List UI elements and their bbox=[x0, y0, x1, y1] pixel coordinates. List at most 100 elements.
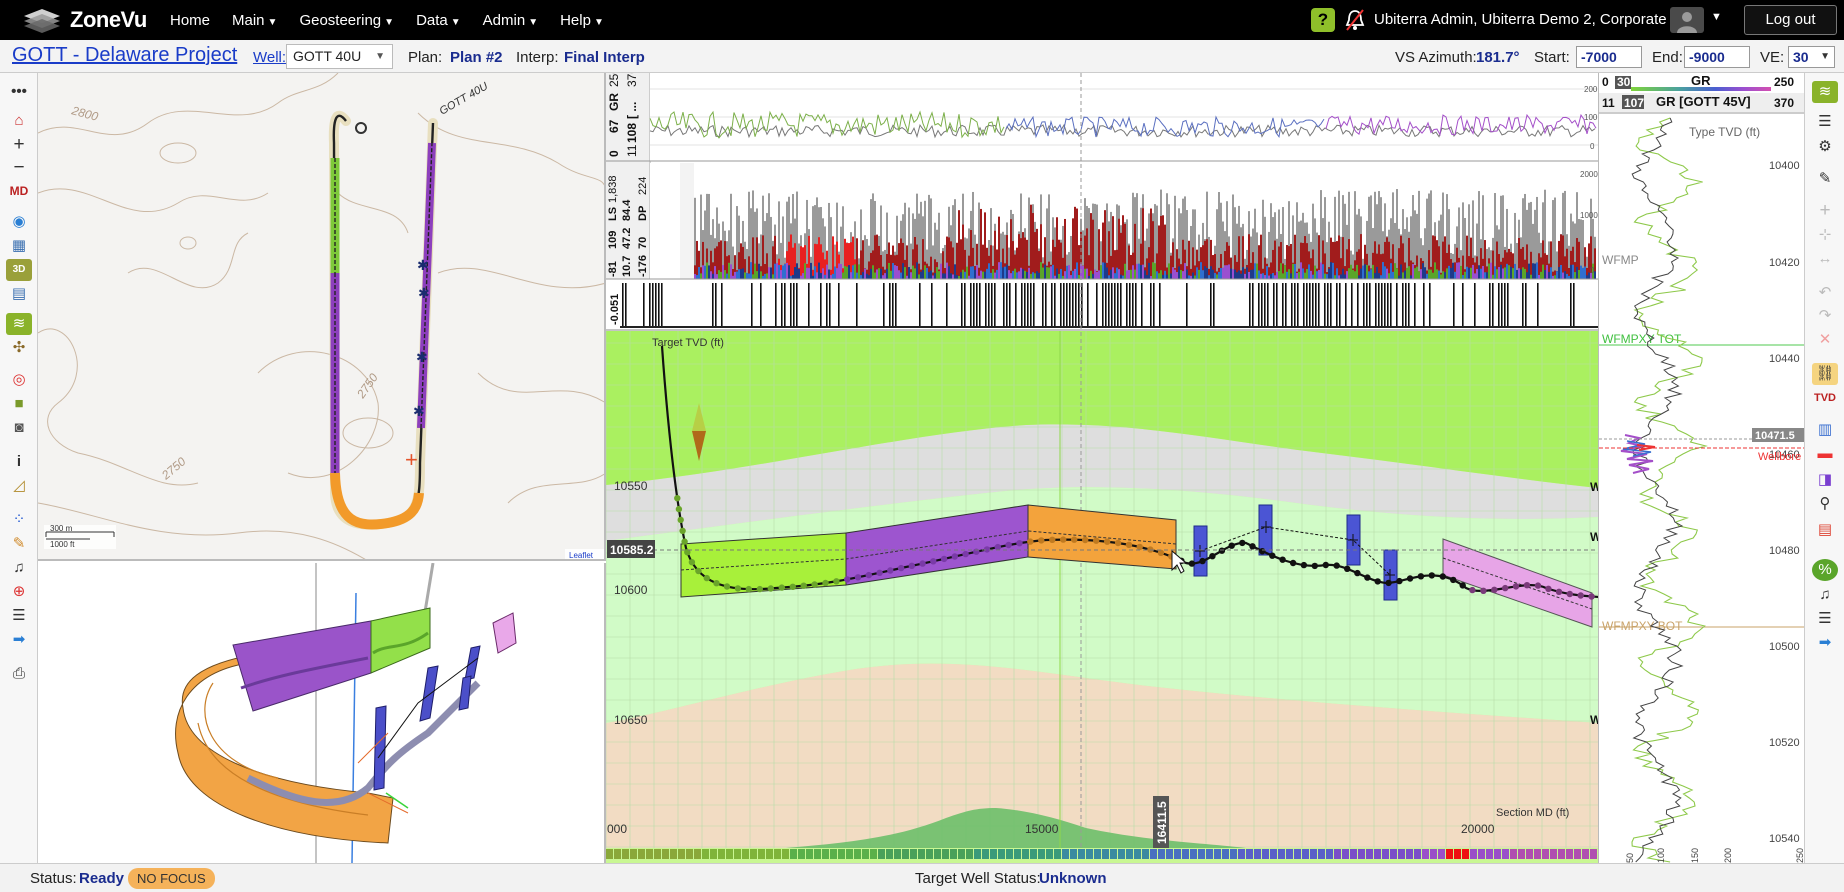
compass-icon[interactable]: ◉ bbox=[6, 211, 32, 233]
more-menu-icon[interactable]: ••• bbox=[6, 81, 32, 103]
arrow-right-icon[interactable]: ➡ bbox=[6, 629, 32, 651]
alert-off-icon[interactable]: ♫ bbox=[6, 557, 32, 579]
pencil-icon[interactable]: ✎ bbox=[6, 533, 32, 555]
lines-icon[interactable]: ☰ bbox=[1812, 608, 1838, 630]
start-input[interactable]: -7000 bbox=[1576, 46, 1642, 68]
leaflet-attribution[interactable]: Leaflet bbox=[569, 551, 594, 560]
link-off-icon[interactable]: ⛓ bbox=[1812, 363, 1838, 385]
bars-icon[interactable]: ▥ bbox=[1812, 419, 1838, 441]
list-view-icon[interactable]: ☰ bbox=[1812, 111, 1838, 133]
layers-icon[interactable]: ≋ bbox=[1812, 81, 1838, 103]
camera-icon[interactable]: ◙ bbox=[6, 417, 32, 439]
lith-bar bbox=[1428, 269, 1430, 279]
well-link[interactable]: Well: bbox=[253, 49, 286, 66]
gr2-selected[interactable]: 107 bbox=[1624, 96, 1644, 110]
lith-bar bbox=[1542, 264, 1544, 279]
dp-bar bbox=[1274, 240, 1276, 279]
lith-bar bbox=[946, 262, 948, 279]
ve-select[interactable]: 30 ▼ bbox=[1788, 46, 1835, 68]
strip-cell bbox=[822, 849, 829, 859]
inspect-icon[interactable]: ◎ bbox=[6, 369, 32, 391]
md-toggle-icon[interactable]: MD bbox=[6, 180, 32, 202]
edit-pencil-icon[interactable]: ✎ bbox=[1812, 168, 1838, 190]
notifications-off-icon[interactable] bbox=[1344, 8, 1366, 32]
gr-selected[interactable]: 30 bbox=[1617, 75, 1631, 89]
map-canvas[interactable]: 2800 2750 2750 ✱ ✱ ✱ ✱ + GOTT 40U 300 m … bbox=[38, 73, 606, 561]
color-scale-icon[interactable]: ▤ bbox=[1812, 519, 1838, 541]
lith-bar bbox=[1558, 267, 1560, 279]
cross-section-canvas[interactable]: 0 67 GR 250 11 108 [ ... 370 200 100 0 -… bbox=[606, 73, 1598, 863]
lith-bar bbox=[832, 273, 834, 279]
forward-icon[interactable]: ➡ bbox=[1812, 632, 1838, 654]
undo-icon[interactable]: ↶ bbox=[1812, 282, 1838, 304]
barcode-line bbox=[1111, 283, 1113, 327]
expand-icon[interactable]: ↔ bbox=[1812, 248, 1838, 270]
percent-icon[interactable]: % bbox=[1812, 559, 1838, 581]
cube-icon[interactable]: ■ bbox=[6, 393, 32, 415]
alert-off-icon[interactable]: ♫ bbox=[1812, 584, 1838, 606]
barcode-line bbox=[643, 283, 645, 327]
map-panel[interactable]: 2800 2750 2750 ✱ ✱ ✱ ✱ + GOTT 40U 300 m … bbox=[38, 73, 606, 561]
nav-help[interactable]: Help ▼ bbox=[560, 12, 604, 29]
tvd-toggle-icon[interactable]: TVD bbox=[1812, 387, 1838, 409]
zoom-out-icon[interactable]: − bbox=[6, 157, 32, 179]
avatar[interactable] bbox=[1670, 7, 1704, 33]
type-log-canvas[interactable]: 0 30 GR 250 11 107 GR [GOTT 45V] 370 Typ… bbox=[1599, 73, 1804, 863]
nav-geosteering[interactable]: Geosteering ▼ bbox=[299, 12, 394, 29]
barcode-line bbox=[712, 283, 714, 327]
lith-bar bbox=[1336, 268, 1338, 279]
map-layers-icon[interactable]: ▤ bbox=[6, 283, 32, 305]
home-icon[interactable]: ⌂ bbox=[6, 110, 32, 132]
user-menu-caret-icon[interactable]: ▼ bbox=[1711, 11, 1722, 23]
end-input[interactable]: -9000 bbox=[1684, 46, 1750, 68]
logout-button[interactable]: Log out bbox=[1744, 5, 1837, 35]
lith-bar bbox=[870, 268, 872, 279]
plan-value[interactable]: Plan #2 bbox=[450, 49, 503, 66]
project-title-link[interactable]: GOTT - Delaware Project bbox=[12, 44, 237, 67]
nav-main[interactable]: Main ▼ bbox=[232, 12, 277, 29]
redo-icon[interactable]: ↷ bbox=[1812, 305, 1838, 327]
flag-icon[interactable]: ▬ bbox=[1812, 443, 1838, 465]
ls-bar bbox=[828, 202, 830, 279]
ruler-icon[interactable]: ◿ bbox=[6, 475, 32, 497]
surface-tool-icon[interactable]: ✣ bbox=[6, 337, 32, 359]
zoom-in-icon[interactable]: + bbox=[6, 134, 32, 156]
close-icon[interactable]: ✕ bbox=[1812, 329, 1838, 351]
dp-bar bbox=[1398, 248, 1400, 279]
trajectory-dot bbox=[1300, 561, 1308, 569]
chart-icon[interactable]: ◨ bbox=[1812, 469, 1838, 491]
dp-bar bbox=[1122, 215, 1124, 279]
lith-bar bbox=[1262, 273, 1264, 279]
barcode-line bbox=[649, 283, 651, 327]
type-log-panel[interactable]: 0 30 GR 250 11 107 GR [GOTT 45V] 370 Typ… bbox=[1598, 73, 1804, 863]
cross-section-panel[interactable]: 0 67 GR 250 11 108 [ ... 370 200 100 0 -… bbox=[606, 73, 1598, 863]
dp-bar bbox=[958, 210, 960, 279]
nav-admin[interactable]: Admin ▼ bbox=[483, 12, 538, 29]
magnify-icon[interactable]: ⚲ bbox=[1812, 493, 1838, 515]
zonevu-logo[interactable]: ZoneVu bbox=[20, 6, 147, 34]
nodes-icon[interactable]: ⁘ bbox=[6, 509, 32, 531]
lith-bar bbox=[1342, 268, 1344, 279]
split-icon[interactable]: ⊹ bbox=[1812, 224, 1838, 246]
dp-bar bbox=[1108, 231, 1110, 279]
lith-bar bbox=[1104, 262, 1106, 279]
target-icon[interactable]: ⊕ bbox=[6, 581, 32, 603]
grid-icon[interactable]: ▦ bbox=[6, 235, 32, 257]
list-icon[interactable]: ☰ bbox=[6, 605, 32, 627]
gear-icon[interactable]: ⚙ bbox=[1812, 136, 1838, 158]
3d-canvas[interactable] bbox=[38, 563, 606, 863]
add-icon[interactable]: + bbox=[1812, 200, 1838, 222]
3d-view-icon[interactable]: 3D bbox=[6, 259, 32, 281]
info-icon[interactable]: i bbox=[6, 451, 32, 473]
strip-cell bbox=[1542, 849, 1549, 859]
lith-bar bbox=[1576, 266, 1578, 279]
strip-cell bbox=[1462, 849, 1469, 859]
nav-home[interactable]: Home bbox=[170, 12, 210, 29]
well-select[interactable]: GOTT 40U ▼ bbox=[286, 44, 393, 69]
print-icon[interactable]: ⎙ bbox=[6, 663, 32, 685]
geosteer-icon[interactable]: ≋ bbox=[6, 313, 32, 335]
interp-value[interactable]: Final Interp bbox=[564, 49, 645, 66]
3d-view-panel[interactable] bbox=[38, 563, 606, 863]
nav-data[interactable]: Data ▼ bbox=[416, 12, 461, 29]
help-question-icon[interactable]: ? bbox=[1311, 8, 1335, 32]
